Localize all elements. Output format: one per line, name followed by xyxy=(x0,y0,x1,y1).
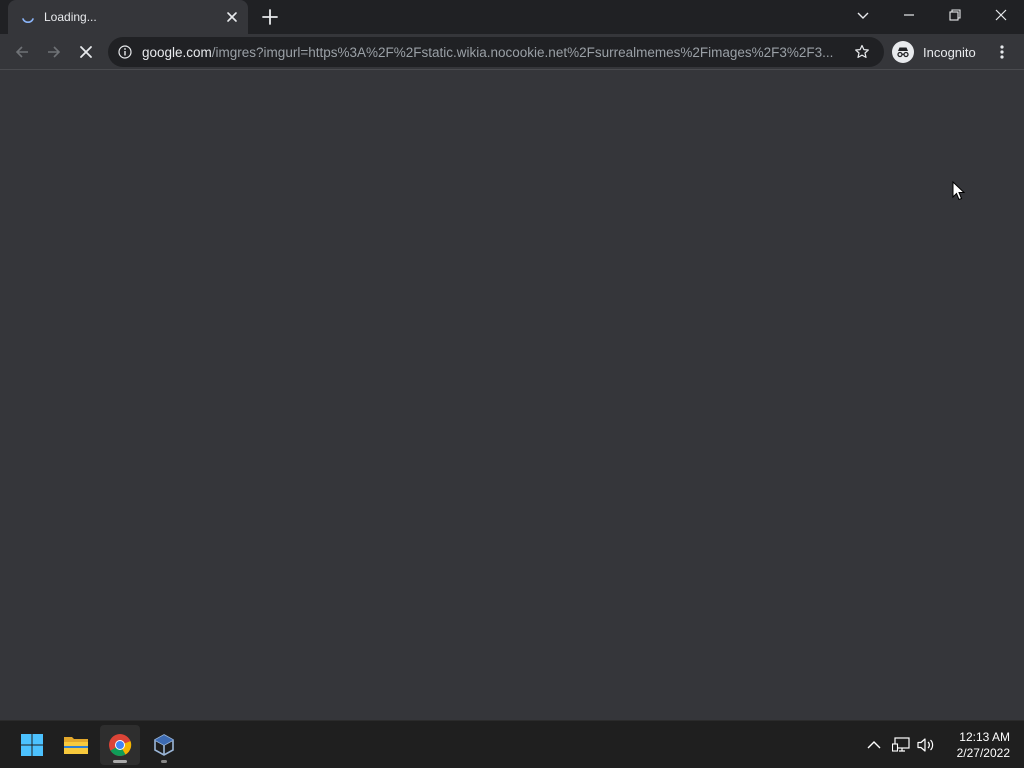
taskbar-clock[interactable]: 12:13 AM 2/27/2022 xyxy=(940,729,1010,761)
network-button[interactable] xyxy=(891,735,911,755)
url-path: /imgres?imgurl=https%3A%2F%2Fstatic.wiki… xyxy=(211,45,834,60)
new-tab-button[interactable] xyxy=(260,7,280,27)
folder-icon xyxy=(64,737,88,754)
address-bar[interactable]: google.com/imgres?imgurl=https%3A%2F%2Fs… xyxy=(108,37,884,67)
tab-strip: Loading... xyxy=(0,0,1024,34)
incognito-label: Incognito xyxy=(923,44,976,60)
restore-icon xyxy=(949,9,961,21)
running-app-indicator xyxy=(161,760,167,763)
arrow-right-icon xyxy=(48,46,61,58)
volume-icon xyxy=(917,738,934,752)
browser-toolbar: google.com/imgres?imgurl=https%3A%2F%2Fs… xyxy=(0,34,1024,70)
incognito-indicator[interactable]: Incognito xyxy=(890,38,982,66)
minimize-button[interactable] xyxy=(886,0,932,30)
close-tab-icon[interactable] xyxy=(224,9,240,25)
chevron-up-icon xyxy=(867,741,881,749)
close-window-button[interactable] xyxy=(978,0,1024,30)
virtualbox-button[interactable] xyxy=(144,725,184,765)
clock-time: 12:13 AM xyxy=(959,730,1010,744)
chevron-down-icon xyxy=(857,12,869,19)
forward-button[interactable] xyxy=(40,38,68,66)
arrow-left-icon xyxy=(15,46,28,58)
stop-icon xyxy=(80,46,92,58)
show-hidden-icons-button[interactable] xyxy=(864,735,884,755)
page-content[interactable] xyxy=(0,71,1024,720)
tab-active[interactable]: Loading... xyxy=(8,0,248,34)
taskbar: 12:13 AM 2/27/2022 xyxy=(0,720,1024,768)
mouse-cursor-icon xyxy=(952,181,966,201)
incognito-icon xyxy=(892,41,914,63)
virtualbox-icon xyxy=(154,734,174,756)
spinner-icon xyxy=(22,18,34,23)
tab-search-button[interactable] xyxy=(840,0,886,30)
network-icon xyxy=(892,737,910,752)
info-icon[interactable] xyxy=(118,45,132,59)
active-app-indicator xyxy=(113,760,127,763)
windows-logo-icon xyxy=(21,734,43,756)
chrome-icon xyxy=(109,734,132,756)
chrome-taskbar-button[interactable] xyxy=(100,725,140,765)
clock-date: 2/27/2022 xyxy=(956,746,1010,760)
tab-title: Loading... xyxy=(44,10,97,24)
kebab-menu-icon xyxy=(1000,45,1004,59)
back-button[interactable] xyxy=(8,38,36,66)
star-icon[interactable] xyxy=(854,44,870,60)
menu-button[interactable] xyxy=(988,38,1016,66)
restore-button[interactable] xyxy=(932,0,978,30)
close-icon xyxy=(995,9,1007,21)
url-text[interactable]: google.com/imgres?imgurl=https%3A%2F%2Fs… xyxy=(142,45,846,60)
url-host: google.com xyxy=(142,45,212,60)
volume-button[interactable] xyxy=(916,735,936,755)
start-button[interactable] xyxy=(12,725,52,765)
stop-button[interactable] xyxy=(72,38,100,66)
minimize-icon xyxy=(904,14,914,16)
file-explorer-button[interactable] xyxy=(56,725,96,765)
